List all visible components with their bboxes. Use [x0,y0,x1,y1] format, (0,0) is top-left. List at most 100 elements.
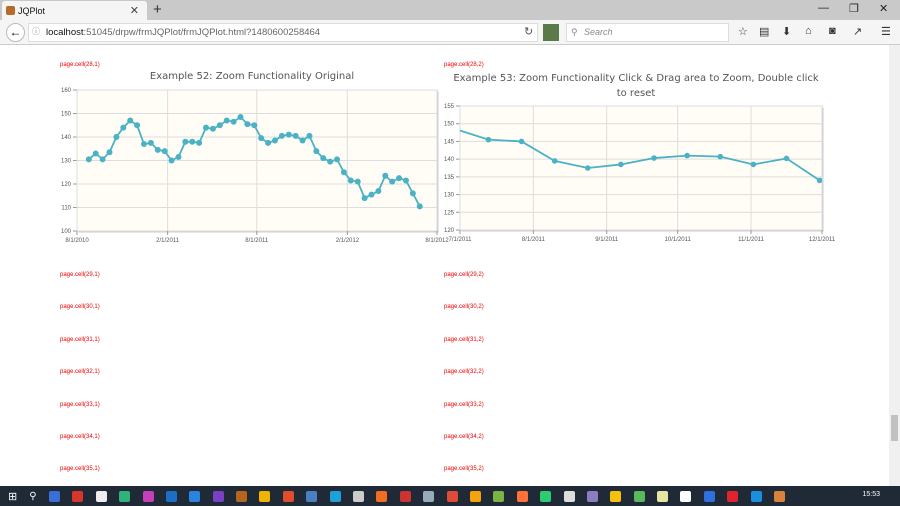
taskbar-app-icon[interactable] [586,490,598,502]
data-point [850,188,856,194]
data-point [168,157,175,164]
taskbar-app-icon[interactable] [727,490,739,502]
tab-jqplot[interactable]: JQPlot ✕ [2,1,147,20]
x-tick-label: 11/1/2011 [738,237,764,243]
restore-icon[interactable]: ❐ [849,2,859,15]
data-point [409,190,416,197]
search-input[interactable]: ⚲ Search [566,23,729,42]
taskbar-app-icon[interactable] [633,490,645,502]
data-point [684,152,690,159]
taskbar-app-icon[interactable] [657,490,669,502]
close-window-icon[interactable]: ✕ [879,2,888,15]
taskbar-app-icon[interactable] [493,490,505,502]
taskbar-app-icon[interactable] [48,490,60,502]
taskbar-app-icon[interactable] [399,490,411,502]
taskbar-app-icon[interactable] [329,490,341,502]
bookmark-star-icon[interactable]: ☆ [738,25,748,38]
data-point [209,125,216,132]
taskbar-app-icon[interactable] [446,490,458,502]
taskbar-app-icon[interactable] [703,490,715,502]
data-point [251,122,258,129]
data-point [244,121,251,128]
data-point [651,155,657,161]
taskbar-app-icon[interactable] [189,490,201,502]
taskbar-app-icon[interactable] [142,490,154,502]
plot-area [459,105,823,231]
y-tick-label: 120 [61,182,72,188]
taskbar-app-icon[interactable] [680,490,692,502]
y-tick-label: 160 [61,88,72,94]
data-point [299,137,306,144]
data-point [416,203,423,210]
vertical-scrollbar[interactable] [889,45,900,486]
url-bar[interactable]: localhost:51045/drpw/frmJQPlot/frmJQPlot… [28,23,538,42]
data-point [717,153,724,160]
taskbar-app-icon[interactable] [212,490,224,502]
y-tick-label: 125 [444,210,455,216]
y-tick-label: 110 [61,206,71,212]
taskbar-app-icon[interactable] [750,490,762,502]
data-point [189,138,196,145]
data-point [361,195,368,202]
data-point [203,124,210,131]
data-point [161,148,168,155]
x-tick-label: 8/1/2012 [425,238,449,244]
taskbar-app-icon[interactable] [282,490,294,502]
data-point [306,132,313,139]
search-taskbar-icon[interactable]: ⚲ [29,491,36,502]
home-icon[interactable]: ⌂ [805,25,812,37]
x-tick-label: 2/1/2012 [336,238,360,244]
taskbar-app-icon[interactable] [165,490,177,502]
data-point [750,161,757,168]
data-point [134,122,141,129]
tab-bar: JQPlot ✕ + — ❐ ✕ [0,0,900,20]
new-tab-button[interactable]: + [153,1,162,18]
data-point [783,155,790,162]
nav-bar: ← localhost:51045/drpw/frmJQPlot/frmJQPl… [0,20,900,45]
close-tab-icon[interactable]: ✕ [130,4,139,17]
taskbar-app-icon[interactable] [376,490,388,502]
info-icon[interactable]: ⓘ [32,26,40,37]
clipboard-icon[interactable]: ▤ [759,25,769,38]
data-point [113,134,120,140]
taskbar-app-icon[interactable] [774,490,786,502]
tools-icon[interactable]: ↗ [853,25,862,38]
taskbar-app-icon[interactable] [306,490,318,502]
data-point [278,132,285,139]
page-thumbnail-icon[interactable] [543,24,559,41]
data-point [313,148,320,155]
scrollbar-thumb[interactable] [891,415,898,441]
taskbar-app-icon[interactable] [259,490,271,502]
y-tick-label: 150 [444,122,455,128]
reload-icon[interactable]: ↻ [524,25,533,38]
data-point [120,124,127,131]
taskbar-app-icon[interactable] [469,490,481,502]
minimize-icon[interactable]: — [818,2,829,14]
menu-icon[interactable]: ☰ [881,25,891,38]
taskbar-app-icon[interactable] [353,490,365,502]
taskbar-app-icon[interactable] [563,490,575,502]
windows-start-icon[interactable]: ⊞ [8,490,17,503]
x-tick-label: 9/1/2011 [595,237,619,243]
download-icon[interactable]: ⬇ [782,25,791,38]
data-point [127,117,134,124]
taskbar-app-icon[interactable] [540,490,552,502]
taskbar-app-icon[interactable] [423,490,435,502]
y-tick-label: 145 [444,139,455,145]
taskbar-app-icon[interactable] [95,490,107,502]
taskbar-app-icon[interactable] [610,490,622,502]
data-point [175,153,182,160]
data-point [340,169,347,176]
y-tick-label: 155 [444,104,455,110]
data-point [140,141,147,148]
x-tick-label: 2/1/2011 [156,238,180,244]
back-button[interactable]: ← [6,23,25,42]
pocket-icon[interactable]: ◙ [829,25,836,37]
taskbar-app-icon[interactable] [119,490,131,502]
taskbar-app-icon[interactable] [236,490,248,502]
taskbar-app-icon[interactable] [516,490,528,502]
data-point [320,155,327,162]
taskbar-app-icon[interactable] [72,490,84,502]
x-tick-label: 10/1/2011 [665,237,692,243]
data-point [292,132,299,139]
